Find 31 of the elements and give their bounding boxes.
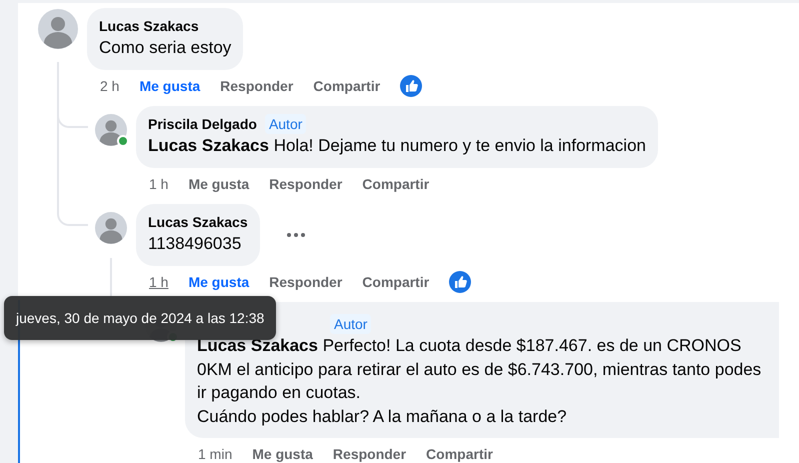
comment-text: Como seria estoy [99,37,232,59]
date-tooltip: jueves, 30 de mayo de 2024 a las 12:38 [4,296,276,340]
timestamp-link[interactable]: 1 h [149,274,168,290]
timestamp-link[interactable]: 1 h [149,176,168,192]
avatar[interactable] [95,212,127,244]
like-button[interactable]: Me gusta [139,78,200,94]
timestamp-link[interactable]: 2 h [100,78,120,94]
timestamp-link[interactable]: 1 min [198,446,232,462]
author-badge: Autor [264,114,306,134]
avatar[interactable] [38,9,78,49]
author-name[interactable]: Priscila Delgado [148,114,257,134]
comment-text: 1138496035 [148,233,242,255]
reply-button[interactable]: Responder [269,274,342,290]
reply-button[interactable]: Responder [220,78,294,94]
like-reaction-icon[interactable] [400,75,422,97]
comment-text: Lucas Szakacs Hola! Dejame tu numero y te envio la informacion [148,135,646,157]
reply-button[interactable]: Responder [332,446,406,462]
like-button[interactable]: Me gusta [252,446,313,462]
share-button[interactable]: Compartir [426,446,493,462]
author-name[interactable]: Lucas Szakacs [148,212,248,232]
author-badge: Autor [330,314,372,334]
like-button[interactable]: Me gusta [188,176,250,192]
avatar[interactable] [95,114,127,146]
more-options-icon[interactable] [286,232,306,238]
reply-button[interactable]: Responder [269,176,342,192]
share-button[interactable]: Compartir [362,274,430,290]
share-button[interactable]: Compartir [362,176,430,192]
share-button[interactable]: Compartir [313,78,380,94]
like-reaction-icon[interactable] [449,271,472,293]
author-name[interactable]: Lucas Szakacs [99,16,199,36]
like-button[interactable]: Me gusta [188,274,250,290]
